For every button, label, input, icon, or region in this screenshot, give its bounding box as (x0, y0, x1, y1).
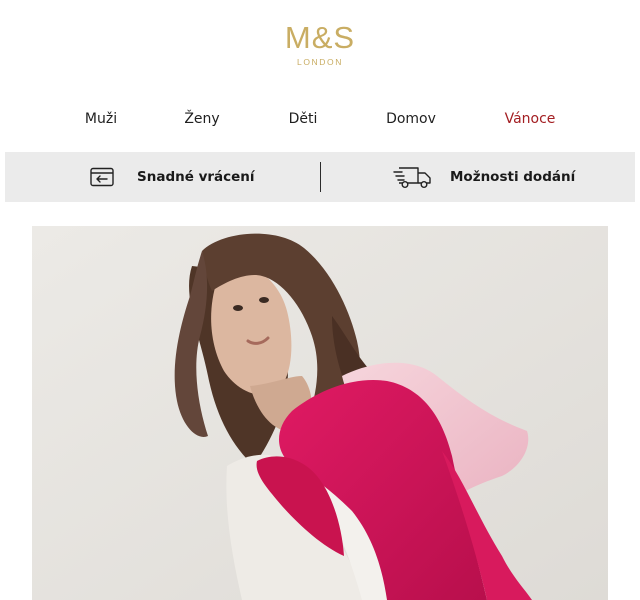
brand-logo[interactable]: M&S LONDON (0, 20, 640, 68)
hero-model-image (32, 226, 608, 600)
service-easy-returns[interactable]: Snadné vrácení (89, 152, 255, 202)
services-divider (320, 162, 321, 192)
service-delivery-options[interactable]: Možnosti dodání (393, 152, 575, 202)
services-bar: Snadné vrácení Možnosti dodání (5, 152, 635, 202)
service-delivery-options-label: Možnosti dodání (450, 169, 576, 185)
nav-item-domov[interactable]: Domov (386, 109, 436, 129)
nav-item-vanoce[interactable]: Vánoce (505, 109, 556, 129)
brand-name: M&S (284, 20, 356, 55)
brand-subtitle: LONDON (297, 57, 343, 67)
hero-banner[interactable] (32, 226, 608, 600)
nav-item-muzi[interactable]: Muži (85, 109, 117, 129)
service-easy-returns-label: Snadné vrácení (137, 169, 255, 185)
nav-item-zeny[interactable]: Ženy (184, 109, 219, 129)
easy-returns-icon (89, 165, 117, 189)
delivery-truck-icon (393, 164, 433, 190)
nav-item-deti[interactable]: Děti (289, 109, 318, 129)
main-navigation: Muži Ženy Děti Domov Vánoce (0, 109, 640, 129)
